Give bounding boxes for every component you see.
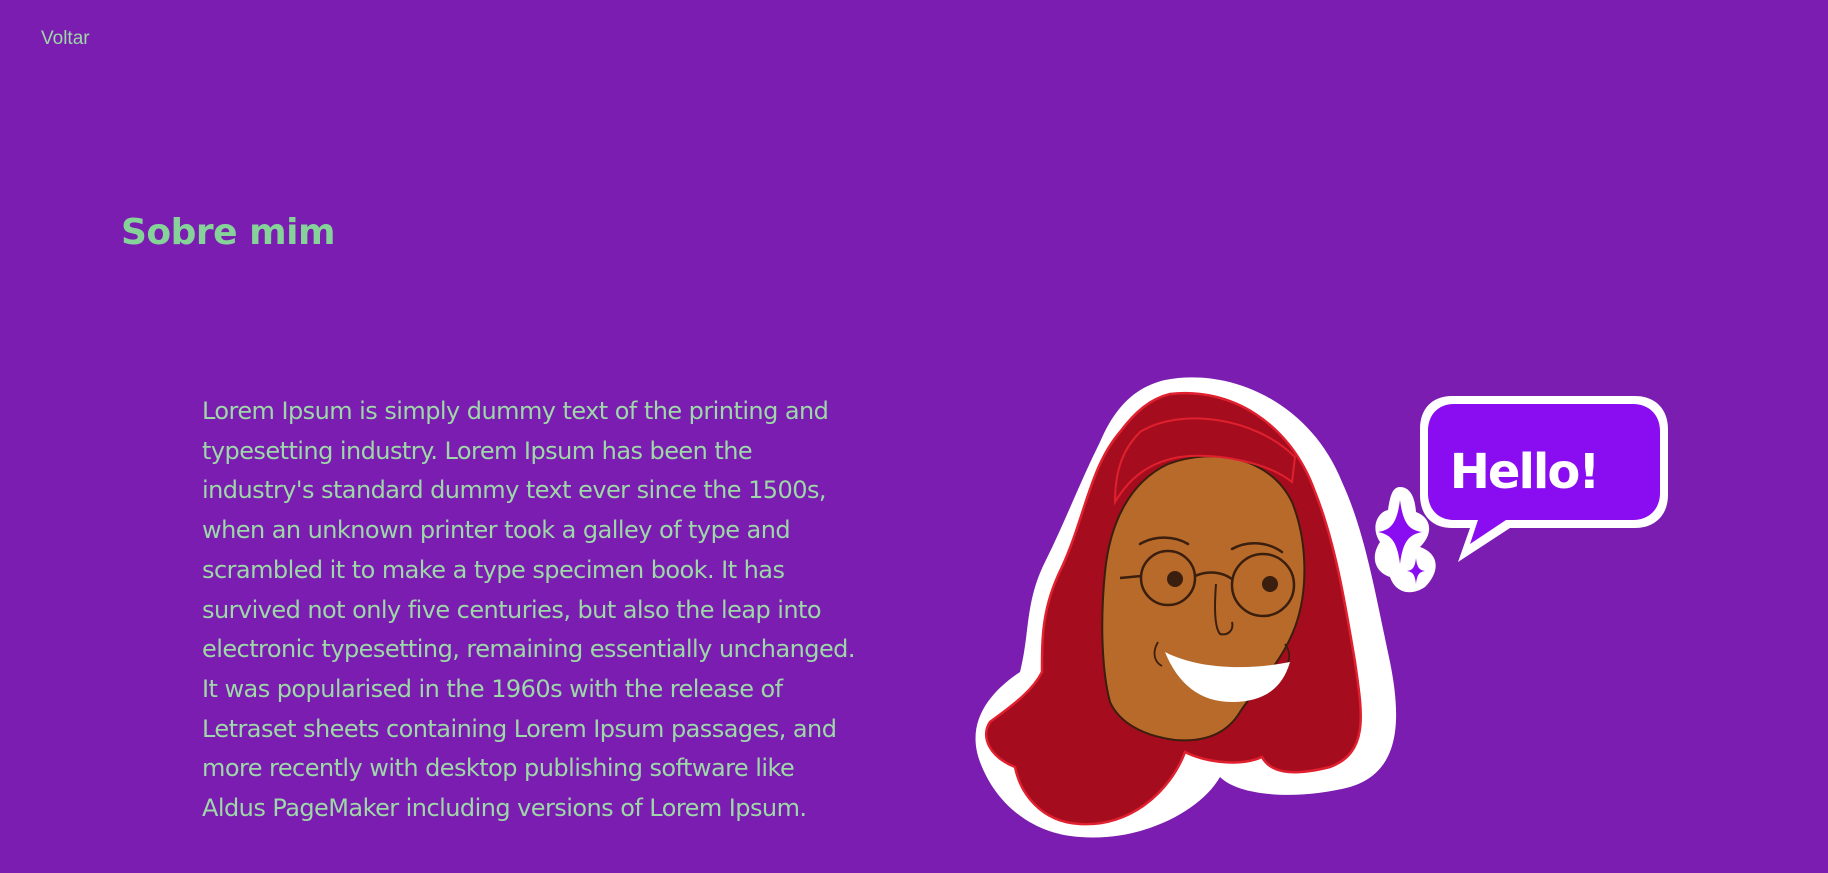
page-title: Sobre mim	[121, 212, 336, 253]
back-link[interactable]: Voltar	[41, 28, 90, 50]
avatar-illustration: Hello!	[970, 372, 1710, 844]
about-paragraph: Lorem Ipsum is simply dummy text of the …	[202, 397, 855, 823]
avatar-sticker-graphic	[975, 377, 1668, 838]
right-eye	[1262, 576, 1278, 592]
speech-bubble-text: Hello!	[1449, 444, 1601, 500]
left-eye	[1167, 571, 1183, 587]
